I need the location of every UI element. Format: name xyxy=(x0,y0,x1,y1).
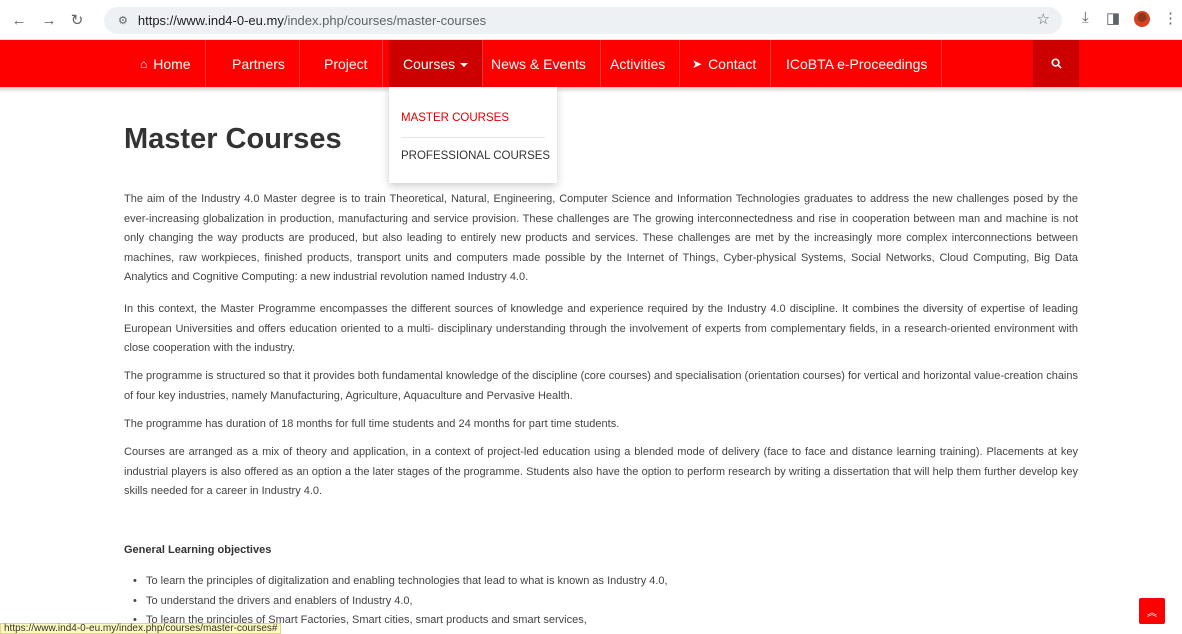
nav-home-label: Home xyxy=(153,55,191,72)
page-title: Master Courses xyxy=(124,123,342,155)
nav-icobta[interactable]: ICoBTA e-Proceedings xyxy=(772,40,943,87)
nav-courses[interactable]: Courses xyxy=(389,40,484,87)
double-chevron-up-icon: ︽ xyxy=(1147,607,1157,619)
nav-courses-label: Courses xyxy=(403,55,456,72)
list-item: To understand the drivers and enablers o… xyxy=(133,592,668,612)
dropdown-divider xyxy=(401,137,545,138)
site-settings-icon[interactable]: ⚙ xyxy=(118,14,128,27)
nav-project-label: Project xyxy=(324,55,368,72)
list-item: To learn the principles of digitalizatio… xyxy=(133,572,668,592)
navbar-shadow xyxy=(0,87,1182,93)
forward-icon[interactable]: → xyxy=(38,9,60,31)
nav-partners[interactable]: Partners xyxy=(218,40,300,87)
url-path: /index.php/courses/master-courses xyxy=(283,13,487,28)
nav-news-events[interactable]: News & Events xyxy=(477,40,601,87)
search-icon xyxy=(1050,58,1062,69)
dropdown-item-master-courses[interactable]: MASTER COURSES xyxy=(401,112,509,124)
nav-activities-label: Activities xyxy=(610,55,666,72)
download-icon[interactable]: ⤓ xyxy=(1082,9,1089,26)
url-domain: https://www.ind4-0-eu.my xyxy=(137,13,284,28)
paragraph-structure: The programme is structured so that it p… xyxy=(124,370,1078,402)
browser-toolbar: ← → ↻ ⚙ https://www.ind4-0-eu.my/index.p… xyxy=(0,0,1182,40)
paragraph-delivery: Courses are arranged as a mix of theory … xyxy=(124,446,1078,497)
nav-icobta-label: ICoBTA e-Proceedings xyxy=(786,55,928,72)
home-icon: ⌂ xyxy=(140,56,148,71)
address-bar[interactable]: ⚙ https://www.ind4-0-eu.my/index.php/cou… xyxy=(104,7,1062,34)
nav-home[interactable]: ⌂ Home xyxy=(126,40,206,87)
paragraph-context: In this context, the Master Programme en… xyxy=(124,303,1078,354)
nav-news-label: News & Events xyxy=(491,55,586,72)
paper-plane-icon: ➤ xyxy=(692,56,703,71)
search-button[interactable] xyxy=(1033,40,1079,87)
courses-dropdown: MASTER COURSES PROFESSIONAL COURSES xyxy=(389,87,557,183)
url-text: https://www.ind4-0-eu.my/index.php/cours… xyxy=(138,13,486,28)
bookmark-star-icon[interactable]: ☆ xyxy=(1037,10,1050,28)
back-icon[interactable]: ← xyxy=(8,9,30,31)
link-status-bar: https://www.ind4-0-eu.my/index.php/cours… xyxy=(0,623,282,634)
scroll-to-top-button[interactable]: ︽ xyxy=(1139,598,1165,624)
objectives-list: To learn the principles of digitalizatio… xyxy=(133,572,668,631)
profile-avatar[interactable] xyxy=(1134,11,1150,27)
dropdown-item-professional-courses[interactable]: PROFESSIONAL COURSES xyxy=(401,150,550,162)
side-panel-icon[interactable]: ◨ xyxy=(1106,9,1120,27)
paragraph-intro: The aim of the Industry 4.0 Master degre… xyxy=(124,193,1078,283)
nav-project[interactable]: Project xyxy=(310,40,383,87)
objectives-heading: General Learning objectives xyxy=(124,544,272,556)
nav-activities[interactable]: Activities xyxy=(596,40,681,87)
nav-contact-label: Contact xyxy=(708,55,757,72)
chevron-down-icon xyxy=(460,62,469,67)
nav-contact[interactable]: ➤ Contact xyxy=(678,40,772,87)
paragraph-duration: The programme has duration of 18 months … xyxy=(124,418,620,430)
nav-partners-label: Partners xyxy=(232,55,285,72)
menu-kebab-icon[interactable]: ⋮ xyxy=(1163,9,1178,27)
reload-icon[interactable]: ↻ xyxy=(66,9,88,31)
